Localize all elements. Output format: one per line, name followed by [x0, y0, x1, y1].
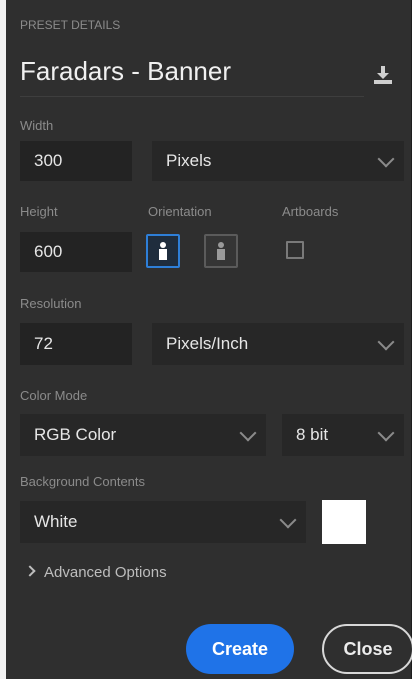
artboards-label: Artboards — [282, 204, 339, 219]
save-preset-icon[interactable] — [372, 64, 394, 86]
color-mode-select[interactable]: RGB Color — [20, 414, 266, 456]
background-contents-select[interactable]: White — [20, 501, 306, 543]
preset-name-underline — [20, 96, 364, 97]
height-input[interactable]: 600 — [20, 232, 132, 272]
chevron-down-icon — [279, 511, 297, 529]
background-contents-value: White — [34, 512, 78, 531]
width-unit-select[interactable]: Pixels — [152, 141, 404, 181]
advanced-options-label: Advanced Options — [44, 564, 167, 581]
width-unit-value: Pixels — [166, 151, 212, 170]
chevron-right-icon — [24, 565, 36, 577]
portrait-orientation-button[interactable] — [146, 234, 180, 268]
resolution-label: Resolution — [20, 296, 82, 311]
chevron-down-icon — [377, 333, 395, 351]
width-input[interactable]: 300 — [20, 141, 132, 181]
resolution-unit-value: Pixels/Inch — [166, 334, 249, 353]
color-mode-value: RGB Color — [34, 425, 117, 444]
chevron-down-icon — [377, 424, 395, 442]
landscape-orientation-button[interactable] — [204, 234, 238, 268]
portrait-icon — [159, 242, 167, 260]
preset-details-label: PRESET DETAILS — [20, 18, 121, 32]
color-mode-label: Color Mode — [20, 388, 88, 403]
new-document-preset-panel: PRESET DETAILS Faradars - Banner Width 3… — [6, 0, 412, 679]
bit-depth-select[interactable]: 8 bit — [282, 414, 404, 456]
resolution-input[interactable]: 72 — [20, 323, 132, 365]
chevron-down-icon — [377, 150, 395, 168]
height-label: Height — [20, 204, 58, 219]
create-button[interactable]: Create — [186, 624, 294, 674]
close-button[interactable]: Close — [322, 624, 412, 674]
width-label: Width — [20, 118, 54, 133]
bit-depth-value: 8 bit — [296, 425, 329, 444]
orientation-label: Orientation — [148, 204, 212, 219]
preset-name-input[interactable]: Faradars - Banner — [20, 56, 231, 87]
artboards-checkbox[interactable] — [286, 241, 304, 259]
resolution-unit-select[interactable]: Pixels/Inch — [152, 323, 404, 365]
advanced-options-toggle[interactable]: Advanced Options — [24, 564, 167, 581]
landscape-icon — [217, 242, 225, 260]
background-color-swatch[interactable] — [322, 500, 366, 544]
background-contents-label: Background Contents — [20, 474, 146, 489]
chevron-down-icon — [239, 424, 257, 442]
